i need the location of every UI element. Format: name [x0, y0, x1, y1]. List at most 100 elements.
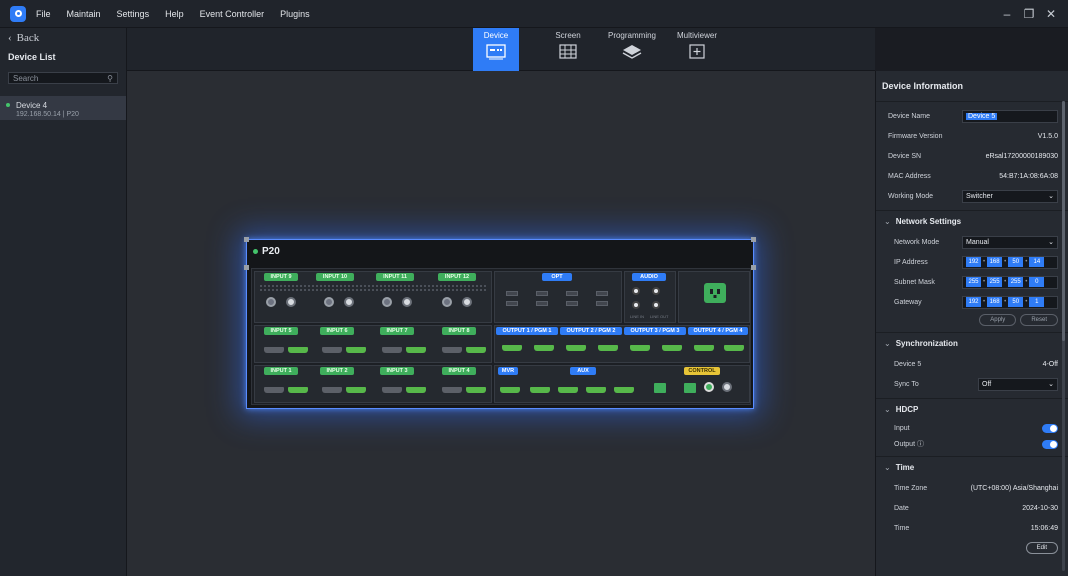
ip-octet[interactable]: 14: [1029, 257, 1045, 267]
hdmi-port-icon[interactable]: [264, 347, 284, 353]
hdmi-port-icon[interactable]: [322, 387, 342, 393]
genlock-port-icon[interactable]: [704, 382, 714, 392]
gateway-octet[interactable]: 50: [1008, 297, 1024, 307]
bnc-port-icon[interactable]: [286, 297, 296, 307]
menu-settings[interactable]: Settings: [117, 9, 150, 19]
scrollbar[interactable]: [1062, 101, 1065, 571]
hdmi-port-icon[interactable]: [500, 387, 520, 393]
device-name-input[interactable]: Device 5: [962, 109, 1058, 123]
hdmi-port-icon[interactable]: [724, 345, 744, 351]
mask-octet[interactable]: 255: [987, 277, 1003, 287]
hdmi-port-icon[interactable]: [406, 347, 426, 353]
resize-handle[interactable]: [244, 237, 249, 242]
hdmi-port-icon[interactable]: [288, 347, 308, 353]
audio-jack-icon[interactable]: [652, 287, 660, 295]
bnc-port-icon[interactable]: [402, 297, 412, 307]
sfp-port-icon[interactable]: [566, 291, 578, 296]
ip-octet[interactable]: 50: [1008, 257, 1024, 267]
synchronization-section[interactable]: ⌄ Synchronization: [876, 332, 1068, 354]
menu-event-controller[interactable]: Event Controller: [200, 9, 265, 19]
search-input[interactable]: Search ⚲: [8, 72, 118, 84]
hdmi-port-icon[interactable]: [322, 347, 342, 353]
hdmi-port-icon[interactable]: [598, 345, 618, 351]
hdmi-port-icon[interactable]: [346, 347, 366, 353]
gateway-octet[interactable]: 192: [966, 297, 981, 307]
working-mode-select[interactable]: Switcher ⌄: [962, 189, 1058, 203]
hdmi-port-icon[interactable]: [558, 387, 578, 393]
scrollbar-thumb[interactable]: [1062, 101, 1065, 341]
apply-button[interactable]: Apply: [979, 314, 1017, 326]
sync-to-select[interactable]: Off ⌄: [978, 377, 1058, 391]
menu-maintain[interactable]: Maintain: [67, 9, 101, 19]
resize-handle[interactable]: [751, 265, 756, 270]
hdmi-port-icon[interactable]: [346, 387, 366, 393]
bnc-port-icon[interactable]: [442, 297, 452, 307]
bnc-port-icon[interactable]: [266, 297, 276, 307]
ip-octet[interactable]: 168: [987, 257, 1003, 267]
hdmi-port-icon[interactable]: [530, 387, 550, 393]
hdmi-port-icon[interactable]: [288, 387, 308, 393]
gateway-octet[interactable]: 1: [1029, 297, 1045, 307]
menu-help[interactable]: Help: [165, 9, 184, 19]
edit-button[interactable]: Edit: [1025, 542, 1058, 554]
restore-icon[interactable]: ❐: [1018, 7, 1040, 21]
audio-jack-icon[interactable]: [652, 301, 660, 309]
ip-octet[interactable]: 192: [966, 257, 981, 267]
close-icon[interactable]: ✕: [1040, 7, 1062, 21]
hdmi-port-icon[interactable]: [466, 347, 486, 353]
hdmi-port-icon[interactable]: [442, 387, 462, 393]
hdmi-port-icon[interactable]: [442, 347, 462, 353]
hdcp-section[interactable]: ⌄ HDCP: [876, 398, 1068, 420]
sfp-port-icon[interactable]: [596, 301, 608, 306]
ethernet-port-icon[interactable]: [654, 383, 666, 393]
tab-programming[interactable]: Programming: [601, 28, 663, 71]
network-mode-select[interactable]: Manual ⌄: [962, 235, 1058, 249]
hdmi-port-icon[interactable]: [466, 387, 486, 393]
sfp-port-icon[interactable]: [506, 301, 518, 306]
hdmi-port-icon[interactable]: [382, 387, 402, 393]
gateway-octet[interactable]: 168: [987, 297, 1003, 307]
bnc-port-icon[interactable]: [462, 297, 472, 307]
tab-screen[interactable]: Screen: [545, 28, 591, 71]
subnet-mask-input[interactable]: 255 • 255 • 255 • 0: [962, 275, 1058, 289]
sfp-port-icon[interactable]: [506, 291, 518, 296]
ip-address-input[interactable]: 192 • 168 • 50 • 14: [962, 255, 1058, 269]
hdmi-port-icon[interactable]: [534, 345, 554, 351]
hdmi-port-icon[interactable]: [614, 387, 634, 393]
tab-multiviewer[interactable]: Multiviewer: [673, 28, 721, 71]
resize-handle[interactable]: [244, 265, 249, 270]
info-icon[interactable]: ⓘ: [917, 441, 924, 448]
hdmi-port-icon[interactable]: [502, 345, 522, 351]
hdmi-port-icon[interactable]: [382, 347, 402, 353]
hdmi-port-icon[interactable]: [662, 345, 682, 351]
bnc-port-icon[interactable]: [382, 297, 392, 307]
resize-handle[interactable]: [751, 237, 756, 242]
device-p20-rear-panel[interactable]: P20 INPUT 9 INPUT 10 INPUT 11 INPUT 12 O…: [244, 237, 756, 409]
sfp-port-icon[interactable]: [566, 301, 578, 306]
hdmi-port-icon[interactable]: [566, 345, 586, 351]
back-button[interactable]: ‹ Back: [0, 28, 126, 48]
reset-button[interactable]: Reset: [1020, 314, 1058, 326]
tab-device[interactable]: Device: [473, 28, 519, 71]
bnc-port-icon[interactable]: [324, 297, 334, 307]
device-list-item[interactable]: Device 4 192.168.50.14 | P20: [0, 96, 126, 120]
hdmi-port-icon[interactable]: [264, 387, 284, 393]
sfp-port-icon[interactable]: [536, 301, 548, 306]
bnc-port-icon[interactable]: [722, 382, 732, 392]
time-section[interactable]: ⌄ Time: [876, 456, 1068, 478]
sfp-port-icon[interactable]: [596, 291, 608, 296]
hdcp-output-toggle[interactable]: [1042, 439, 1058, 449]
hdmi-port-icon[interactable]: [406, 387, 426, 393]
audio-jack-icon[interactable]: [632, 301, 640, 309]
audio-jack-icon[interactable]: [632, 287, 640, 295]
menu-plugins[interactable]: Plugins: [280, 9, 310, 19]
network-settings-section[interactable]: ⌄ Network Settings: [876, 210, 1068, 232]
sfp-port-icon[interactable]: [536, 291, 548, 296]
gateway-input[interactable]: 192 • 168 • 50 • 1: [962, 295, 1058, 309]
hdmi-port-icon[interactable]: [694, 345, 714, 351]
mask-octet[interactable]: 255: [966, 277, 981, 287]
ethernet-port-icon[interactable]: [684, 383, 696, 393]
mask-octet[interactable]: 0: [1029, 277, 1045, 287]
hdcp-input-toggle[interactable]: [1042, 423, 1058, 433]
hdmi-port-icon[interactable]: [586, 387, 606, 393]
